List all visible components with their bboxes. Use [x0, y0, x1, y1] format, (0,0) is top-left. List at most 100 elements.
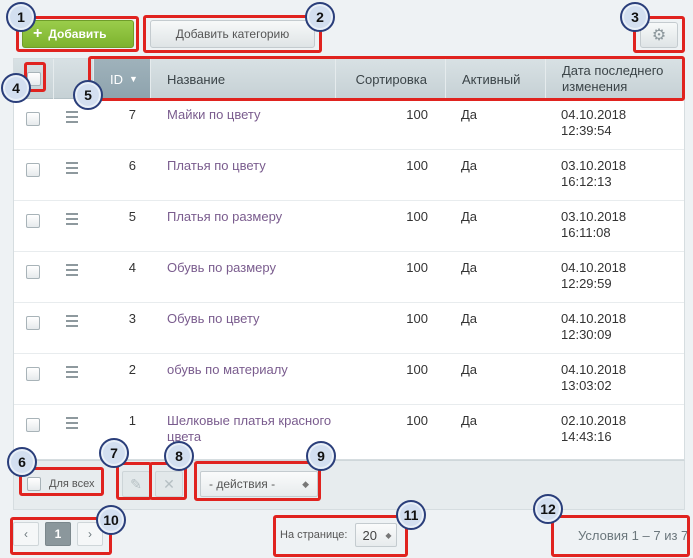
pagination: ‹ 1 › [13, 522, 103, 546]
annotation-badge: 11 [396, 500, 426, 530]
cell-sort: 100 [406, 260, 428, 275]
per-page-label: На странице: [280, 529, 348, 541]
cell-name-link[interactable]: Шелковые платья красного цвета [167, 413, 337, 445]
table-row[interactable]: 4 Обувь по размеру 100 Да 04.10.2018 12:2… [14, 252, 684, 303]
cell-date-day: 03.10.2018 [561, 209, 627, 224]
row-checkbox[interactable] [26, 418, 40, 432]
actions-select-value: - действия - [209, 477, 276, 491]
column-date-label: Дата последнего изменения [562, 63, 664, 94]
column-header-date[interactable]: Дата последнего изменения [546, 59, 684, 99]
cell-sort: 100 [406, 209, 428, 224]
drag-handle-icon[interactable] [66, 315, 78, 330]
cell-date-day: 04.10.2018 [561, 311, 627, 326]
chevron-right-icon: › [88, 527, 92, 541]
drag-handle-icon[interactable] [66, 213, 78, 228]
select-caret-icon: ◆ [385, 530, 392, 540]
cell-name-link[interactable]: Платья по размеру [167, 209, 337, 225]
row-checkbox[interactable] [26, 163, 40, 177]
delete-button[interactable]: ✕ [155, 471, 183, 497]
drag-handle-icon[interactable] [66, 366, 78, 381]
add-category-label: Добавить категорию [175, 27, 290, 41]
actions-select[interactable]: - действия - ◆ [200, 471, 318, 497]
cell-active: Да [461, 362, 478, 377]
cell-date-day: 04.10.2018 [561, 107, 627, 122]
cell-date: 04.10.2018 12:30:09 [561, 311, 626, 343]
table-row[interactable]: 6 Платья по цвету 100 Да 03.10.2018 16:12… [14, 150, 684, 201]
row-checkbox[interactable] [26, 316, 40, 330]
cell-date-time: 12:30:09 [561, 327, 612, 342]
drag-handle-icon[interactable] [66, 162, 78, 177]
column-header-sort[interactable]: Сортировка [336, 59, 446, 99]
close-icon: ✕ [163, 475, 175, 492]
cell-date-day: 03.10.2018 [561, 158, 627, 173]
cell-sort: 100 [406, 107, 428, 122]
cell-date: 04.10.2018 13:03:02 [561, 362, 626, 394]
column-header-active[interactable]: Активный [446, 59, 546, 99]
drag-handle-icon[interactable] [66, 264, 78, 279]
cell-name-link[interactable]: Майки по цвету [167, 107, 337, 123]
current-page-number: 1 [54, 527, 62, 541]
cell-name-link[interactable]: обувь по материалу [167, 362, 337, 378]
annotation-badge: 9 [306, 441, 336, 471]
table-header: ID ▼ Название Сортировка Активный Дата п… [14, 59, 684, 99]
table-row[interactable]: 2 обувь по материалу 100 Да 04.10.2018 13… [14, 354, 684, 405]
cell-name-link[interactable]: Обувь по цвету [167, 311, 337, 327]
add-button[interactable]: + Добавить [22, 20, 134, 48]
add-category-button[interactable]: Добавить категорию [150, 20, 315, 48]
prev-page-button[interactable]: ‹ [13, 522, 39, 546]
row-checkbox[interactable] [26, 367, 40, 381]
table-row[interactable]: 7 Майки по цвету 100 Да 04.10.2018 12:39:… [14, 99, 684, 150]
row-checkbox[interactable] [26, 214, 40, 228]
for-all-control[interactable]: Для всех [27, 477, 94, 491]
cell-id: 2 [128, 362, 136, 377]
edit-button[interactable]: ✎ [122, 471, 150, 497]
annotation-badge: 12 [533, 494, 563, 524]
cell-date-time: 16:11:08 [561, 225, 611, 240]
add-button-label: Добавить [48, 27, 107, 41]
per-page-value: 20 [362, 527, 377, 543]
pencil-icon: ✎ [130, 475, 142, 492]
cell-date-time: 16:12:13 [561, 174, 612, 189]
annotation-badge: 2 [305, 2, 335, 32]
cell-name-link[interactable]: Обувь по размеру [167, 260, 337, 276]
drag-handle-icon[interactable] [66, 111, 78, 126]
column-id-label: ID [110, 71, 123, 87]
cell-date-time: 14:43:16 [561, 429, 612, 444]
plus-icon: + [33, 25, 43, 42]
cell-date: 04.10.2018 12:29:59 [561, 260, 626, 292]
categories-table: ID ▼ Название Сортировка Активный Дата п… [13, 58, 685, 460]
cell-name-link[interactable]: Платья по цвету [167, 158, 337, 174]
cell-active: Да [461, 158, 478, 173]
cell-date-time: 12:29:59 [561, 276, 612, 291]
per-page-control: На странице: 20 ◆ [280, 523, 398, 547]
cell-active: Да [461, 413, 478, 428]
column-sort-label: Сортировка [355, 71, 427, 87]
annotation-badge: 1 [6, 2, 36, 32]
row-checkbox[interactable] [26, 265, 40, 279]
table-row[interactable]: 5 Платья по размеру 100 Да 03.10.2018 16:… [14, 201, 684, 252]
annotation-badge: 4 [1, 73, 31, 103]
for-all-checkbox[interactable] [27, 477, 41, 491]
cell-date: 03.10.2018 16:11:08 [561, 209, 626, 241]
annotation-badge: 10 [96, 505, 126, 535]
annotation-badge: 3 [620, 2, 650, 32]
drag-handle-icon[interactable] [66, 417, 78, 432]
page-button-current[interactable]: 1 [45, 522, 71, 546]
table-row[interactable]: 3 Обувь по цвету 100 Да 04.10.2018 12:30:… [14, 303, 684, 354]
for-all-label: Для всех [49, 478, 95, 490]
annotation-badge: 7 [99, 438, 129, 468]
cell-id: 7 [128, 107, 136, 122]
sort-arrow-icon: ▼ [129, 74, 138, 84]
column-header-name[interactable]: Название [151, 59, 336, 99]
per-page-select[interactable]: 20 ◆ [355, 523, 398, 547]
cell-sort: 100 [406, 362, 428, 377]
annotation-badge: 5 [73, 80, 103, 110]
select-caret-icon: ◆ [302, 478, 309, 489]
records-count: Условия 1 – 7 из 7 [578, 528, 689, 543]
cell-id: 6 [128, 158, 136, 173]
cell-date: 04.10.2018 12:39:54 [561, 107, 626, 139]
cell-date: 03.10.2018 16:12:13 [561, 158, 626, 190]
cell-id: 4 [128, 260, 136, 275]
row-checkbox[interactable] [26, 112, 40, 126]
cell-active: Да [461, 260, 478, 275]
